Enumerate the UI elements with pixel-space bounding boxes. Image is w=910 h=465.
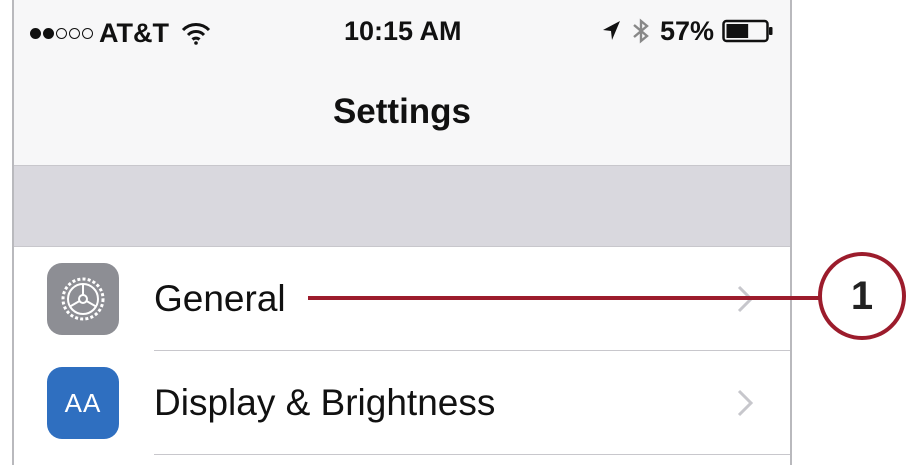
signal-dot <box>30 27 41 39</box>
callout-leader-line <box>308 296 828 300</box>
battery-percentage: 57% <box>659 16 714 46</box>
signal-dot <box>82 27 93 39</box>
row-divider <box>154 454 790 455</box>
wifi-icon <box>181 23 211 45</box>
signal-carrier-group: AT&T <box>30 18 211 48</box>
settings-row-label: General <box>154 278 286 319</box>
settings-row-label: Display & Brightness <box>154 382 496 423</box>
status-bar: AT&T 10:15 AM 57% <box>14 0 790 60</box>
signal-dot <box>69 27 80 39</box>
status-right-group: 57% <box>600 16 774 46</box>
settings-list: General AA Display & Brightness <box>14 247 790 455</box>
gear-icon <box>47 263 119 335</box>
settings-row-display-brightness[interactable]: AA Display & Brightness <box>14 351 790 455</box>
page-title: Settings <box>332 92 472 131</box>
gear-icon-glyph <box>61 277 105 321</box>
navigation-header: AT&T 10:15 AM 57% Settings <box>14 0 790 166</box>
battery-icon <box>722 19 773 43</box>
signal-dot <box>43 27 54 39</box>
signal-strength-icon <box>30 27 93 39</box>
callout-number-badge: 1 <box>818 252 906 340</box>
display-brightness-icon: AA <box>47 367 119 439</box>
signal-dot <box>56 27 67 39</box>
bluetooth-icon <box>633 18 649 44</box>
chevron-right-icon <box>737 389 754 417</box>
screenshot-stage: AT&T 10:15 AM 57% Settings General AA Di… <box>0 0 910 465</box>
status-time: 10:15 AM <box>344 16 462 46</box>
section-spacer <box>14 166 790 247</box>
display-brightness-icon-text: AA <box>64 387 102 418</box>
carrier-name: AT&T <box>99 18 169 48</box>
phone-screen: AT&T 10:15 AM 57% Settings General AA Di… <box>12 0 792 465</box>
location-arrow-icon <box>602 21 620 40</box>
